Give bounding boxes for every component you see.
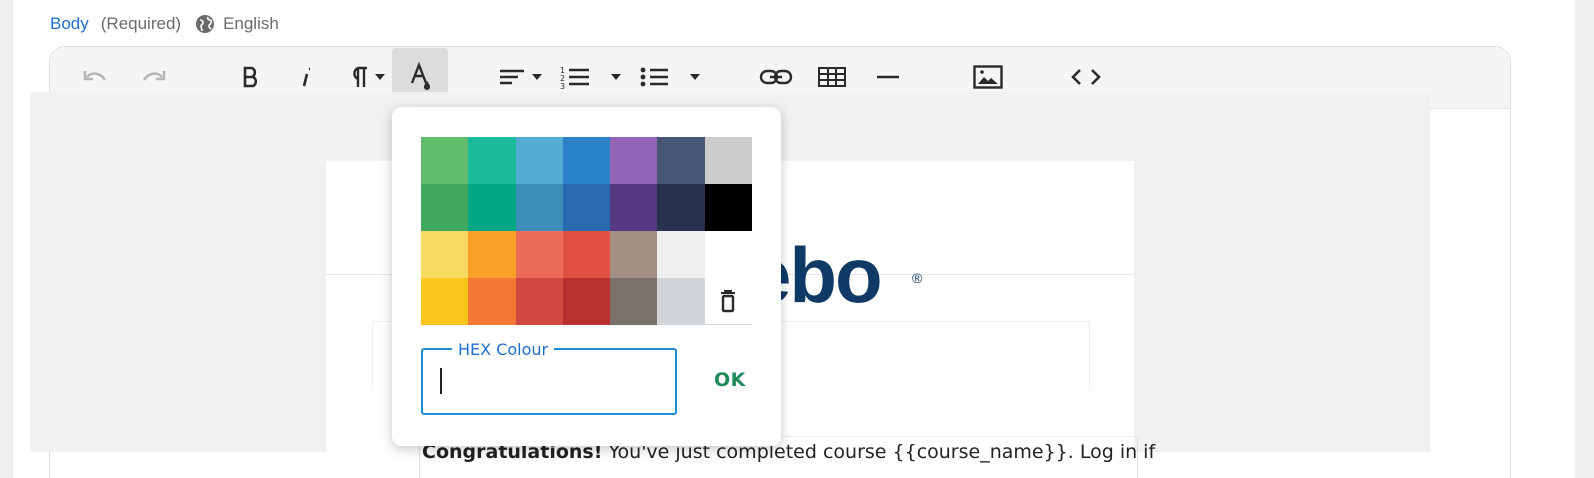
globe-icon [195, 14, 215, 34]
color-swatch[interactable] [515, 278, 563, 325]
text-color-popup: HEX Colour OK [392, 107, 781, 446]
color-swatch[interactable] [421, 137, 469, 184]
undo-icon [82, 67, 110, 87]
color-swatch-grid [421, 137, 752, 325]
color-swatch[interactable] [515, 231, 563, 278]
color-swatch[interactable] [610, 137, 658, 184]
color-swatch[interactable] [610, 184, 658, 231]
text-caret [440, 368, 442, 394]
color-swatch[interactable] [657, 278, 705, 325]
color-swatch[interactable] [515, 184, 563, 231]
trash-icon [720, 289, 736, 318]
align-icon [497, 65, 545, 89]
paragraph-icon [345, 65, 389, 89]
color-swatch[interactable] [468, 184, 516, 231]
required-indicator: (Required) [100, 14, 182, 33]
color-swatch[interactable] [610, 278, 658, 325]
color-swatch[interactable] [704, 137, 752, 184]
horizontal-rule-icon [876, 74, 900, 80]
ordered-list-icon: 123 [558, 64, 628, 90]
unordered-list-icon [638, 64, 708, 90]
logo-registered-mark: ® [912, 270, 923, 286]
ok-button[interactable]: OK [714, 369, 746, 391]
color-swatch[interactable] [468, 137, 516, 184]
color-swatch[interactable] [421, 278, 469, 325]
color-swatch[interactable] [562, 137, 611, 184]
link-icon [759, 67, 793, 87]
image-icon [973, 65, 1003, 89]
bold-icon [241, 65, 261, 89]
redo-icon [139, 67, 167, 87]
language-label[interactable]: English [223, 14, 279, 34]
color-swatch[interactable] [704, 231, 752, 278]
color-swatch[interactable] [562, 278, 611, 325]
color-swatch[interactable] [468, 278, 516, 325]
field-label-row: Body (Required) English [50, 12, 279, 36]
color-swatch[interactable] [610, 231, 658, 278]
svg-text:3: 3 [560, 82, 565, 90]
hex-colour-input[interactable]: HEX Colour [421, 340, 677, 415]
color-swatch[interactable] [704, 184, 752, 231]
color-swatch[interactable] [562, 184, 611, 231]
table-icon [817, 66, 847, 88]
field-label[interactable]: Body [50, 14, 89, 34]
color-swatch[interactable] [657, 231, 705, 278]
clear-color-button[interactable] [704, 278, 752, 325]
color-swatch[interactable] [562, 231, 611, 278]
color-swatch[interactable] [468, 231, 516, 278]
italic-icon [300, 65, 314, 89]
text-color-icon [407, 62, 433, 92]
hex-colour-label: HEX Colour [452, 340, 555, 359]
color-swatch[interactable] [421, 231, 469, 278]
color-swatch[interactable] [421, 184, 469, 231]
color-swatch[interactable] [515, 137, 563, 184]
color-swatch[interactable] [657, 137, 705, 184]
code-view-icon [1070, 67, 1102, 87]
color-swatch[interactable] [657, 184, 705, 231]
